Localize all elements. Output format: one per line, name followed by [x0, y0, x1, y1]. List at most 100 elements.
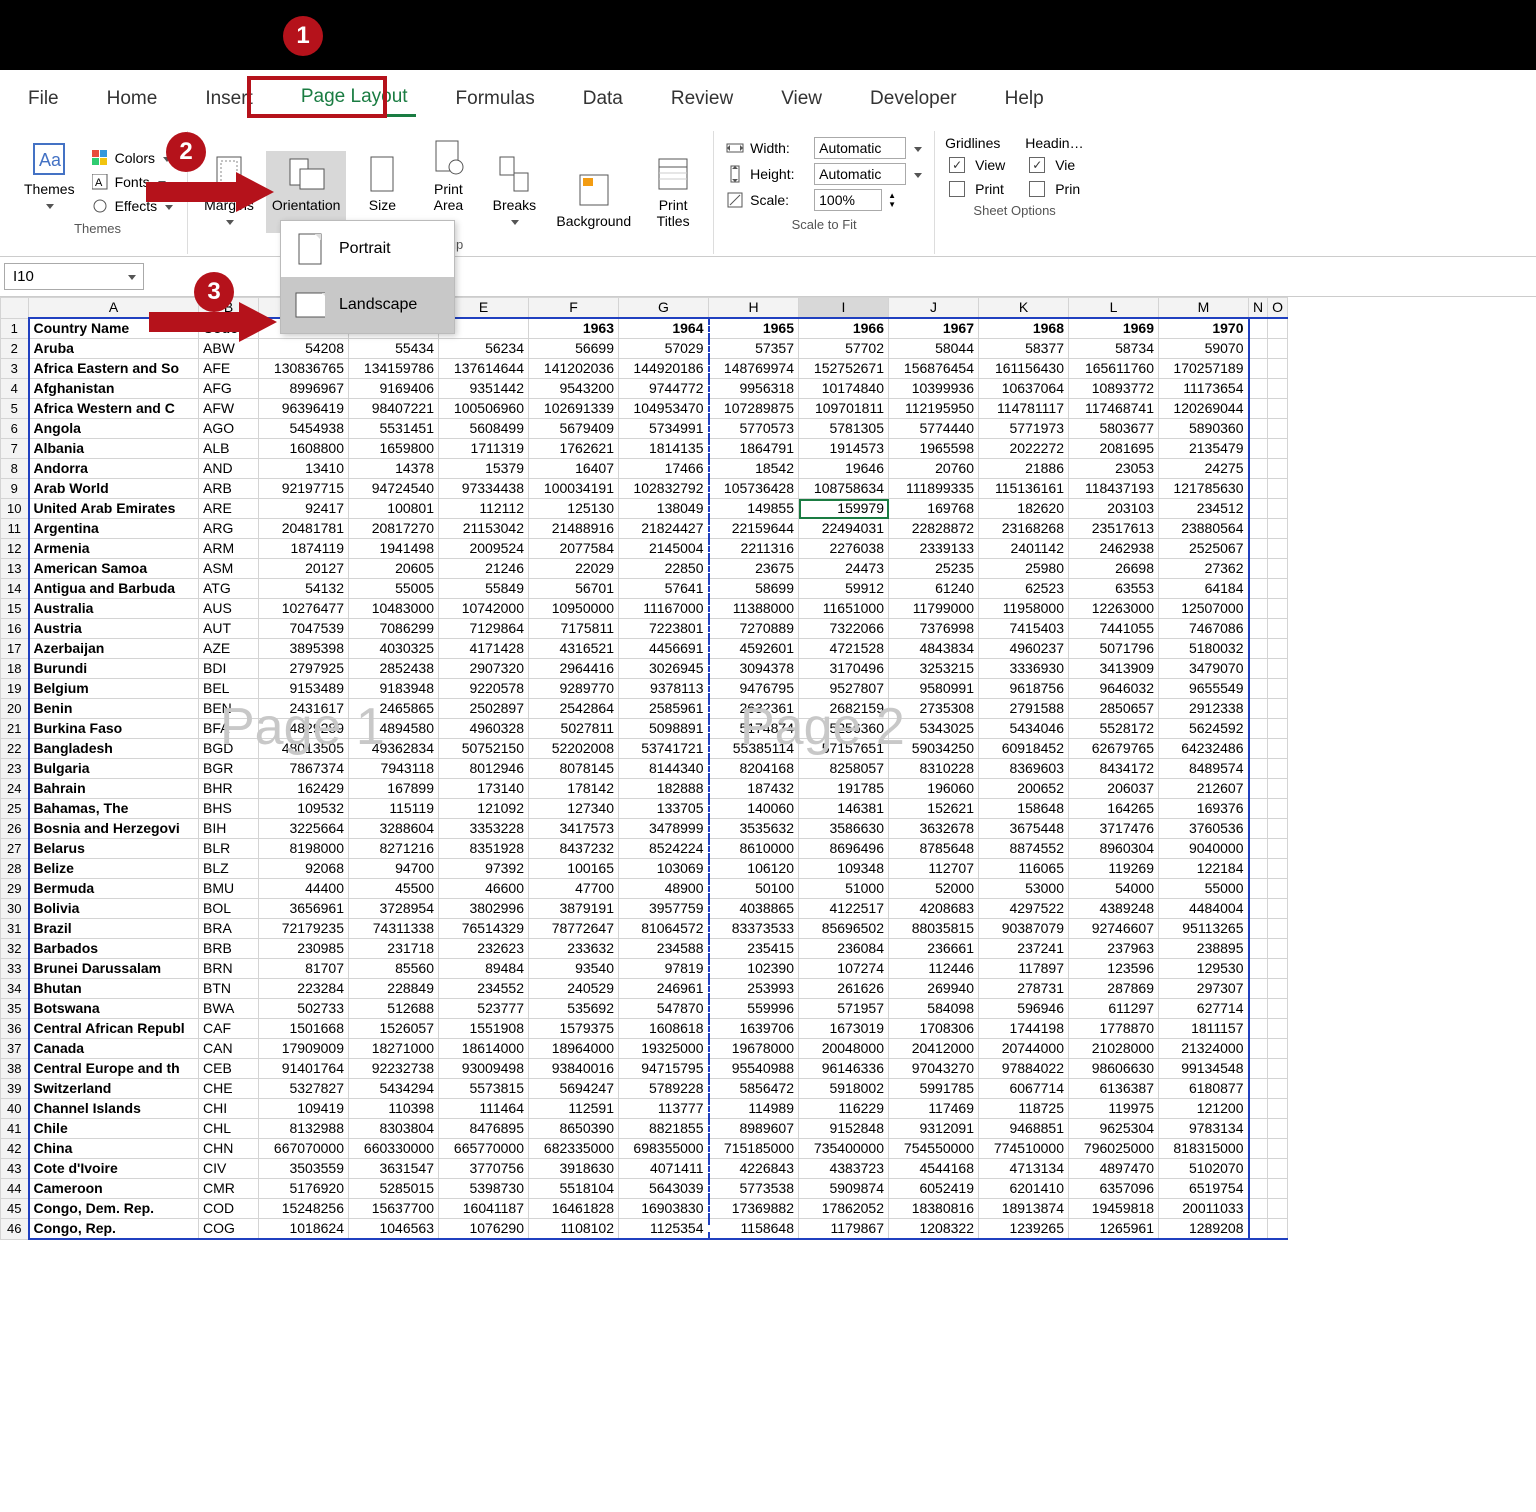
spreadsheet-grid[interactable]: ABCDEFGHIJKLMNO1Country NameCode19631964… — [0, 297, 1288, 1240]
cell[interactable]: 44400 — [259, 879, 349, 899]
cell[interactable]: 535692 — [529, 999, 619, 1019]
cell[interactable]: 8310228 — [889, 759, 979, 779]
cell[interactable]: 21028000 — [1069, 1039, 1159, 1059]
cell[interactable]: 1265961 — [1069, 1219, 1159, 1240]
cell[interactable] — [1268, 859, 1288, 879]
cell[interactable] — [1249, 619, 1268, 639]
cell[interactable]: 18271000 — [349, 1039, 439, 1059]
row-header[interactable]: 16 — [1, 619, 29, 639]
cell[interactable]: 18964000 — [529, 1039, 619, 1059]
cell[interactable]: 15379 — [439, 459, 529, 479]
cell[interactable]: 20481781 — [259, 519, 349, 539]
cell[interactable]: Central African Republ — [29, 1019, 199, 1039]
cell[interactable]: 1158648 — [709, 1219, 799, 1240]
cell[interactable]: Austria — [29, 619, 199, 639]
cell[interactable]: 2791588 — [979, 699, 1069, 719]
cell[interactable]: 1967 — [889, 318, 979, 339]
tab-pagelayout[interactable]: Page Layout — [293, 80, 416, 117]
tab-developer[interactable]: Developer — [862, 82, 965, 116]
cell[interactable]: 102691339 — [529, 399, 619, 419]
cell[interactable]: 63553 — [1069, 579, 1159, 599]
cell[interactable]: 3253215 — [889, 659, 979, 679]
cell[interactable]: 20011033 — [1159, 1199, 1249, 1219]
cell[interactable]: 5890360 — [1159, 419, 1249, 439]
cell[interactable]: 114989 — [709, 1099, 799, 1119]
cell[interactable]: 6519754 — [1159, 1179, 1249, 1199]
cell[interactable]: 9783134 — [1159, 1119, 1249, 1139]
cell[interactable]: 121092 — [439, 799, 529, 819]
cell[interactable]: 22828872 — [889, 519, 979, 539]
cell[interactable]: 8785648 — [889, 839, 979, 859]
cell[interactable]: 109348 — [799, 859, 889, 879]
cell[interactable] — [1268, 419, 1288, 439]
cell[interactable]: 4316521 — [529, 639, 619, 659]
cell[interactable]: 5285015 — [349, 1179, 439, 1199]
cell[interactable]: 100034191 — [529, 479, 619, 499]
cell[interactable]: 55434 — [349, 339, 439, 359]
cell[interactable]: 1941498 — [349, 539, 439, 559]
cell[interactable]: 4960237 — [979, 639, 1069, 659]
cell[interactable]: 3918630 — [529, 1159, 619, 1179]
cell[interactable]: 774510000 — [979, 1139, 1069, 1159]
cell[interactable]: 2276038 — [799, 539, 889, 559]
cell[interactable]: 2797925 — [259, 659, 349, 679]
cell[interactable]: 9220578 — [439, 679, 529, 699]
cell[interactable]: 26698 — [1069, 559, 1159, 579]
cell[interactable]: 117468741 — [1069, 399, 1159, 419]
cell[interactable]: 47700 — [529, 879, 619, 899]
cell[interactable]: 7086299 — [349, 619, 439, 639]
cell[interactable]: 1969 — [1069, 318, 1159, 339]
cell[interactable]: 55849 — [439, 579, 529, 599]
cell[interactable] — [1268, 879, 1288, 899]
cell[interactable]: 611297 — [1069, 999, 1159, 1019]
row-header[interactable]: 23 — [1, 759, 29, 779]
cell[interactable]: 2542864 — [529, 699, 619, 719]
cell[interactable]: 89484 — [439, 959, 529, 979]
cell[interactable]: 117469 — [889, 1099, 979, 1119]
cell[interactable]: 8132988 — [259, 1119, 349, 1139]
row-header[interactable]: 18 — [1, 659, 29, 679]
cell[interactable]: 93540 — [529, 959, 619, 979]
cell[interactable]: 234552 — [439, 979, 529, 999]
cell[interactable]: 1965598 — [889, 439, 979, 459]
cell[interactable]: 1076290 — [439, 1219, 529, 1240]
row-header[interactable]: 19 — [1, 679, 29, 699]
cell[interactable]: 100165 — [529, 859, 619, 879]
themes-button[interactable]: Aa Themes — [18, 135, 81, 217]
cell[interactable]: CMR — [199, 1179, 259, 1199]
cell[interactable]: 106120 — [709, 859, 799, 879]
cell[interactable] — [1268, 439, 1288, 459]
cell[interactable]: 3717476 — [1069, 819, 1159, 839]
cell[interactable]: 3026945 — [619, 659, 709, 679]
cell[interactable]: 5918002 — [799, 1079, 889, 1099]
cell[interactable]: 56234 — [439, 339, 529, 359]
cell[interactable]: Channel Islands — [29, 1099, 199, 1119]
cell[interactable]: 8960304 — [1069, 839, 1159, 859]
cell[interactable]: 11651000 — [799, 599, 889, 619]
cell[interactable]: 10276477 — [259, 599, 349, 619]
cell[interactable]: BGD — [199, 739, 259, 759]
cell[interactable]: 109532 — [259, 799, 349, 819]
cell[interactable]: 4829289 — [259, 719, 349, 739]
cell[interactable]: Chile — [29, 1119, 199, 1139]
cell[interactable]: 96146336 — [799, 1059, 889, 1079]
cell[interactable] — [1249, 759, 1268, 779]
row-header[interactable]: 17 — [1, 639, 29, 659]
cell[interactable]: 112112 — [439, 499, 529, 519]
cell[interactable]: Congo, Dem. Rep. — [29, 1199, 199, 1219]
cell[interactable]: 23880564 — [1159, 519, 1249, 539]
cell[interactable]: 2145004 — [619, 539, 709, 559]
cell[interactable]: 4171428 — [439, 639, 529, 659]
cell[interactable]: 22159644 — [709, 519, 799, 539]
cell[interactable]: 2907320 — [439, 659, 529, 679]
cell[interactable] — [1268, 579, 1288, 599]
row-header[interactable]: 15 — [1, 599, 29, 619]
gridlines-view-check[interactable]: ✓View — [945, 155, 1009, 175]
row-header[interactable]: 41 — [1, 1119, 29, 1139]
cell[interactable]: 94715795 — [619, 1059, 709, 1079]
tab-formulas[interactable]: Formulas — [448, 82, 543, 116]
cell[interactable] — [1249, 1079, 1268, 1099]
cell[interactable] — [1249, 699, 1268, 719]
cell[interactable]: 3535632 — [709, 819, 799, 839]
cell[interactable] — [1268, 1019, 1288, 1039]
